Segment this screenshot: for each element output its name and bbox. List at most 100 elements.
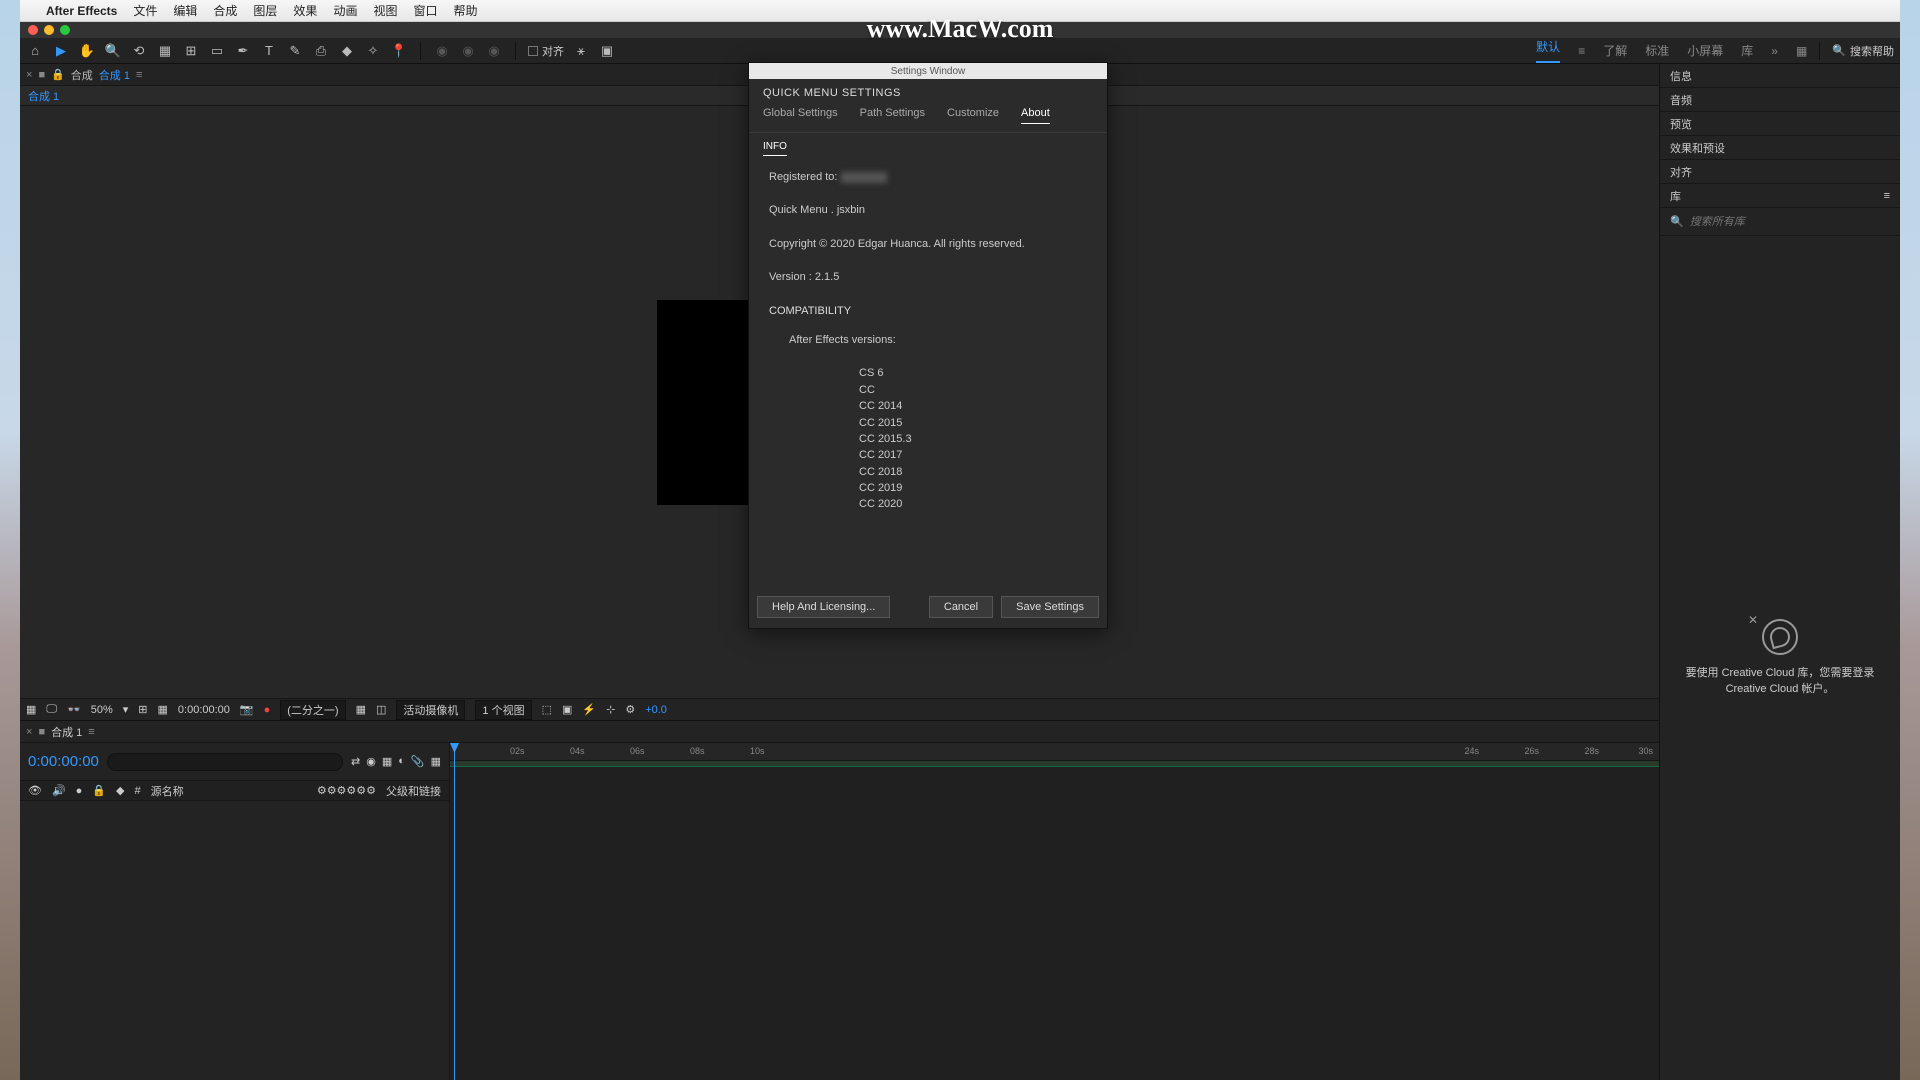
work-area-bar[interactable]: [450, 761, 1659, 767]
brainstorm-icon[interactable]: ▦: [431, 755, 441, 768]
panel-preview[interactable]: 预览: [1660, 112, 1900, 136]
workspace-reset-icon[interactable]: ▦: [1796, 44, 1807, 58]
type-tool-icon[interactable]: T: [260, 42, 278, 60]
library-search[interactable]: 🔍: [1660, 208, 1900, 236]
color-mgmt-icon[interactable]: ●: [264, 704, 271, 716]
tab-path-settings[interactable]: Path Settings: [860, 107, 925, 124]
switches-icon[interactable]: ⚙⚙⚙⚙⚙⚙: [317, 784, 376, 797]
menu-layer[interactable]: 图层: [253, 2, 277, 19]
tab-about[interactable]: About: [1021, 107, 1050, 124]
close-tab-icon[interactable]: ×: [26, 726, 32, 738]
selection-tool-icon[interactable]: ▶: [52, 42, 70, 60]
panel-audio[interactable]: 音频: [1660, 88, 1900, 112]
snap-opt2-icon[interactable]: ▣: [598, 42, 616, 60]
workspace-small[interactable]: 小屏幕: [1687, 42, 1723, 59]
monitor-icon[interactable]: 🖵: [46, 703, 57, 716]
snap-toggle[interactable]: 对齐: [528, 43, 564, 59]
views-dropdown[interactable]: 1 个视图: [475, 700, 531, 720]
timeline-menu-icon[interactable]: ≡: [88, 726, 94, 738]
comp-menu-icon[interactable]: ≡: [136, 69, 142, 81]
menu-animation[interactable]: 动画: [333, 2, 357, 19]
exposure-value[interactable]: +0.0: [645, 704, 667, 716]
fast-preview-icon[interactable]: ⚡: [582, 703, 596, 716]
audio-toggle-icon[interactable]: 🔊: [52, 784, 66, 797]
breadcrumb-item[interactable]: 合成 1: [28, 88, 59, 104]
axis-y-icon[interactable]: ◉: [459, 42, 477, 60]
frame-blend-icon[interactable]: ▦: [382, 755, 392, 768]
camera-dropdown[interactable]: 活动摄像机: [396, 700, 465, 720]
time-ruler[interactable]: 02s 04s 06s 08s 10s 24s 26s 28s 30s: [450, 743, 1659, 761]
panel-library[interactable]: 库 ≡: [1660, 184, 1900, 208]
region-icon[interactable]: ◫: [376, 703, 386, 716]
panel-align[interactable]: 对齐: [1660, 160, 1900, 184]
workspace-overflow-icon[interactable]: »: [1771, 44, 1778, 58]
puppet-tool-icon[interactable]: 📍: [390, 42, 408, 60]
menu-edit[interactable]: 编辑: [173, 2, 197, 19]
transparency-icon[interactable]: ▦: [356, 703, 366, 716]
workspace-default[interactable]: 默认: [1536, 38, 1560, 63]
graph-icon[interactable]: 📎: [411, 755, 425, 768]
menu-help[interactable]: 帮助: [453, 2, 477, 19]
panel-effects[interactable]: 效果和预设: [1660, 136, 1900, 160]
home-icon[interactable]: ⌂: [26, 42, 44, 60]
menu-composition[interactable]: 合成: [213, 2, 237, 19]
close-tab-icon[interactable]: ×: [26, 69, 32, 81]
timeline-icon[interactable]: ⊹: [606, 703, 615, 716]
timeline-search[interactable]: [107, 753, 343, 771]
zoom-tool-icon[interactable]: 🔍: [104, 42, 122, 60]
motion-blur-icon[interactable]: ◐: [398, 755, 405, 768]
orbit-tool-icon[interactable]: ⟲: [130, 42, 148, 60]
tab-customize[interactable]: Customize: [947, 107, 999, 124]
timeline-tab[interactable]: 合成 1: [51, 724, 82, 740]
label-col-icon[interactable]: ◆: [116, 784, 124, 797]
minimize-icon[interactable]: [44, 25, 54, 35]
panel-menu-icon[interactable]: ≡: [1884, 190, 1890, 202]
3d-icon[interactable]: ⬚: [542, 703, 552, 716]
pan-behind-tool-icon[interactable]: ⊞: [182, 42, 200, 60]
renderer-icon[interactable]: ▣: [562, 703, 572, 716]
panel-info[interactable]: 信息: [1660, 64, 1900, 88]
resolution-icon[interactable]: ⊞: [138, 703, 147, 716]
zoom-dropdown-icon[interactable]: ▾: [123, 703, 129, 716]
tab-global-settings[interactable]: Global Settings: [763, 107, 838, 124]
roto-tool-icon[interactable]: ✧: [364, 42, 382, 60]
playhead[interactable]: [454, 743, 455, 1080]
channels-icon[interactable]: ▦: [158, 703, 168, 716]
clone-tool-icon[interactable]: ⎙: [312, 42, 330, 60]
zoom-level[interactable]: 50%: [91, 704, 113, 716]
grid-icon[interactable]: ▦: [26, 703, 36, 716]
lock-toggle-icon[interactable]: 🔒: [92, 784, 106, 797]
shy-icon[interactable]: ⇄: [351, 755, 360, 768]
lock-icon[interactable]: 🔒: [51, 68, 65, 81]
solo-toggle-icon[interactable]: ●: [76, 785, 83, 797]
menu-file[interactable]: 文件: [133, 2, 157, 19]
current-time[interactable]: 0:00:00:00: [178, 704, 230, 716]
camera-tool-icon[interactable]: ▦: [156, 42, 174, 60]
subtab-info[interactable]: INFO: [763, 141, 787, 156]
save-settings-button[interactable]: Save Settings: [1001, 596, 1099, 618]
eraser-tool-icon[interactable]: ◆: [338, 42, 356, 60]
menu-window[interactable]: 窗口: [413, 2, 437, 19]
snapshot-icon[interactable]: 📷: [240, 703, 254, 716]
menu-view[interactable]: 视图: [373, 2, 397, 19]
axis-x-icon[interactable]: ◉: [433, 42, 451, 60]
comp-current-name[interactable]: 合成 1: [99, 67, 130, 83]
flowchart-icon[interactable]: ⚙: [625, 703, 635, 716]
brush-tool-icon[interactable]: ✎: [286, 42, 304, 60]
pen-tool-icon[interactable]: ✒: [234, 42, 252, 60]
axis-z-icon[interactable]: ◉: [485, 42, 503, 60]
library-search-input[interactable]: [1690, 216, 1890, 228]
help-licensing-button[interactable]: Help And Licensing...: [757, 596, 890, 618]
timecode[interactable]: 0:00:00:00: [28, 753, 99, 770]
snap-opt1-icon[interactable]: ⚹: [572, 42, 590, 60]
dialog-titlebar[interactable]: Settings Window: [749, 63, 1107, 79]
hand-tool-icon[interactable]: ✋: [78, 42, 96, 60]
shape-tool-icon[interactable]: ▭: [208, 42, 226, 60]
mask-icon[interactable]: 👓: [67, 703, 81, 716]
draft3d-icon[interactable]: ◉: [366, 755, 376, 768]
help-search[interactable]: 🔍 搜索帮助: [1832, 43, 1894, 59]
zoom-icon[interactable]: [60, 25, 70, 35]
menu-effect[interactable]: 效果: [293, 2, 317, 19]
cancel-button[interactable]: Cancel: [929, 596, 993, 618]
timeline-track-area[interactable]: 02s 04s 06s 08s 10s 24s 26s 28s 30s: [450, 743, 1659, 1080]
